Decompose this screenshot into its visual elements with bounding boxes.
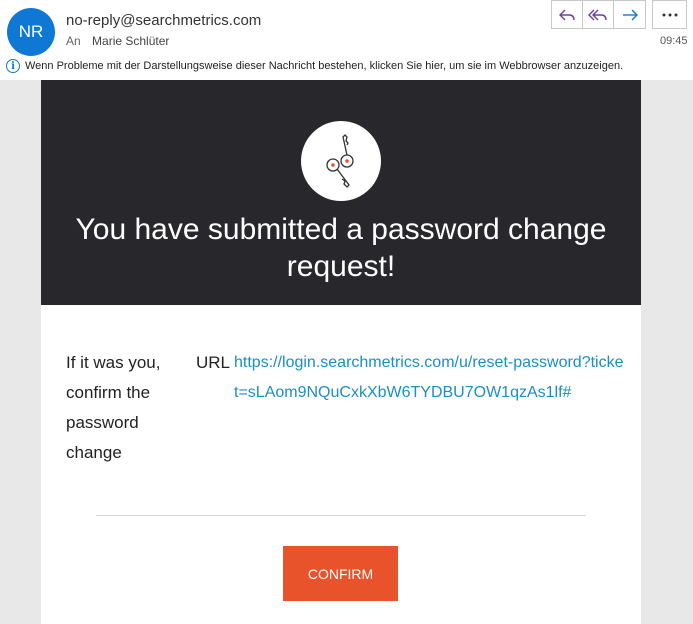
more-icon <box>662 13 677 16</box>
confirm-button[interactable]: CONFIRM <box>283 546 398 601</box>
info-bar[interactable]: i Wenn Probleme mit der Darstellungsweis… <box>6 59 623 73</box>
email-card: You have submitted a password change req… <box>41 80 641 624</box>
keys-icon <box>326 134 354 188</box>
reply-icon <box>559 9 575 20</box>
received-time: 09:45 <box>660 35 688 47</box>
reset-password-link[interactable]: https://login.searchmetrics.com/u/reset-… <box>234 348 624 408</box>
message-body: You have submitted a password change req… <box>0 80 693 624</box>
recipient-name[interactable]: Marie Schlüter <box>92 34 169 48</box>
confirm-message: If it was you, confirm the password chan… <box>66 353 161 462</box>
sender-address[interactable]: no-reply@searchmetrics.com <box>66 12 261 29</box>
info-icon: i <box>6 59 20 73</box>
divider <box>96 515 586 516</box>
recipient-row: An Marie Schlüter <box>66 34 169 48</box>
more-options-button[interactable] <box>652 0 687 29</box>
email-header: NR no-reply@searchmetrics.com An Marie S… <box>0 0 693 80</box>
url-label: URL <box>196 353 231 372</box>
forward-button[interactable] <box>614 1 645 28</box>
hero-banner: You have submitted a password change req… <box>41 80 641 305</box>
message-actions <box>551 0 646 29</box>
avatar: NR <box>7 8 55 56</box>
forward-icon <box>622 9 638 20</box>
hero-title: You have submitted a password change req… <box>75 213 607 283</box>
key-badge <box>301 121 381 201</box>
reply-all-icon <box>588 9 607 20</box>
to-label: An <box>66 34 81 48</box>
reply-button[interactable] <box>552 1 583 28</box>
info-bar-text[interactable]: Wenn Probleme mit der Darstellungsweise … <box>25 60 623 72</box>
reply-all-button[interactable] <box>583 1 614 28</box>
